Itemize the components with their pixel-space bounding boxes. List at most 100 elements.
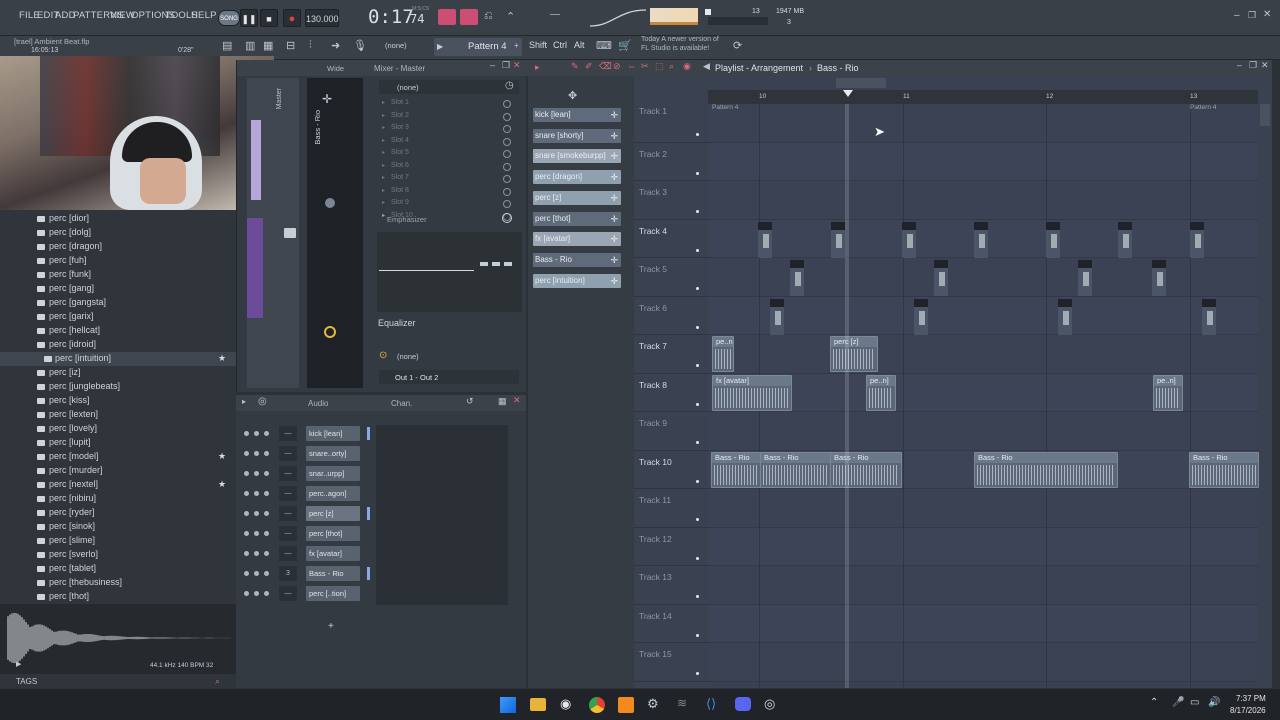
- tray-network-icon[interactable]: ▭: [1190, 697, 1199, 708]
- channel-volume-knob[interactable]: [264, 511, 269, 516]
- timeline-ruler[interactable]: [708, 90, 1258, 104]
- channel-row[interactable]: 3 Bass - Rio: [236, 565, 386, 583]
- send-route-icon[interactable]: ⊙: [379, 350, 387, 361]
- delete-tool-icon[interactable]: ⌫: [599, 61, 612, 72]
- clip-track6[interactable]: [914, 298, 928, 335]
- channel-name-button[interactable]: Bass - Rio: [306, 566, 360, 581]
- effect-slot[interactable]: ▸ Slot 4: [379, 136, 519, 148]
- track-lane[interactable]: [708, 181, 1258, 220]
- track-mute-led[interactable]: [696, 248, 699, 252]
- browser-item[interactable]: perc [lupit]: [0, 436, 236, 450]
- channel-pan-knob[interactable]: [254, 471, 259, 476]
- channel-pan-knob[interactable]: [254, 571, 259, 576]
- app-icon[interactable]: ≋: [677, 696, 687, 710]
- picker-pattern[interactable]: kick [lean] ✛: [533, 108, 621, 122]
- browser-item[interactable]: perc [thot]: [0, 590, 236, 604]
- browser-item[interactable]: perc [iz]: [0, 366, 236, 380]
- channel-pan-knob[interactable]: [254, 531, 259, 536]
- channel-route-number[interactable]: —: [279, 586, 297, 601]
- track-lane[interactable]: [708, 643, 1258, 682]
- piano-roll-icon[interactable]: ▥: [245, 39, 255, 52]
- clip-bass-rio[interactable]: Bass - Rio: [1189, 451, 1259, 488]
- metronome-toggle[interactable]: [438, 9, 456, 25]
- channel-name-button[interactable]: fx [avatar]: [306, 546, 360, 561]
- clip-track5[interactable]: [934, 260, 948, 296]
- slot-expand-icon[interactable]: ▸: [382, 162, 385, 169]
- browser-item[interactable]: perc [sinok]: [0, 520, 236, 534]
- browser-item[interactable]: perc [dior]: [0, 212, 236, 226]
- browser-item[interactable]: perc [kiss]: [0, 394, 236, 408]
- pattern-clip-label[interactable]: Pattern 4: [712, 104, 738, 111]
- picker-pattern[interactable]: fx [avatar] ✛: [533, 232, 621, 247]
- channel-select-indicator[interactable]: [367, 527, 370, 540]
- browser-item[interactable]: perc [funk]: [0, 268, 236, 282]
- track-lane[interactable]: [708, 489, 1258, 528]
- track-header[interactable]: Track 7: [634, 335, 708, 374]
- browser-item[interactable]: perc [tablet]: [0, 562, 236, 576]
- stop-button[interactable]: ■: [260, 9, 278, 27]
- clip-track6[interactable]: [1058, 298, 1072, 335]
- channel-name-button[interactable]: perc..agon]: [306, 486, 360, 501]
- picker-move-handle-icon[interactable]: ✛: [610, 274, 618, 288]
- track-header[interactable]: Track 13: [634, 566, 708, 605]
- channel-mute-led[interactable]: [244, 571, 249, 576]
- clip-track4[interactable]: [1046, 221, 1060, 258]
- cart-icon[interactable]: 🛒: [618, 39, 632, 52]
- channel-row[interactable]: — snare..orty]: [236, 445, 386, 463]
- track-header[interactable]: Track 5: [634, 258, 708, 297]
- news-line-2[interactable]: FL Studio is available!: [641, 45, 709, 52]
- favorite-star-icon[interactable]: ★: [218, 353, 226, 364]
- playlist-maximize-icon[interactable]: ❐: [1249, 60, 1257, 71]
- playlist-icon[interactable]: ▤: [222, 39, 232, 52]
- track-header[interactable]: Track 11: [634, 489, 708, 528]
- picker-pattern[interactable]: perc [dragon] ✛: [533, 170, 621, 185]
- effect-slot[interactable]: ▸ Slot 9: [379, 198, 519, 210]
- plugin-picker-icon[interactable]: ⫶: [309, 39, 312, 52]
- track-mute-led[interactable]: [696, 325, 699, 329]
- pattern-play-icon[interactable]: ▶: [437, 42, 443, 51]
- channel-mute-led[interactable]: [244, 511, 249, 516]
- channel-route-number[interactable]: —: [279, 546, 297, 561]
- tags-search-icon[interactable]: ⌕: [215, 676, 220, 687]
- shift-key-indicator[interactable]: Shift: [529, 40, 547, 50]
- slot-expand-icon[interactable]: ▸: [382, 99, 385, 106]
- browser-item[interactable]: perc [lexten]: [0, 408, 236, 422]
- track-mute-led[interactable]: [696, 210, 699, 213]
- track-mute-led[interactable]: [696, 171, 699, 175]
- track-lane[interactable]: [708, 296, 1258, 335]
- slot-enable-toggle[interactable]: [503, 200, 511, 208]
- slot-expand-icon[interactable]: ▸: [382, 112, 385, 119]
- slot-expand-icon[interactable]: ▸: [382, 187, 385, 194]
- channel-route-number[interactable]: —: [279, 526, 297, 541]
- track-lane[interactable]: [708, 566, 1258, 605]
- slot-enable-toggle[interactable]: [503, 150, 511, 158]
- browser-item[interactable]: perc [thebusiness]: [0, 576, 236, 590]
- slot-expand-icon[interactable]: ▸: [382, 149, 385, 156]
- eq-band-1[interactable]: [480, 262, 488, 266]
- browser-item[interactable]: perc [intuition] ★: [0, 352, 236, 366]
- microphone-icon[interactable]: 🎙: [353, 39, 367, 52]
- channel-name-button[interactable]: perc [thot]: [306, 526, 360, 541]
- browser-item[interactable]: perc [junglebeats]: [0, 380, 236, 394]
- channel-name-button[interactable]: perc [z]: [306, 506, 360, 521]
- channel-mute-led[interactable]: [244, 431, 249, 436]
- channel-select-indicator[interactable]: [367, 547, 370, 560]
- track-header[interactable]: Track 12: [634, 527, 708, 566]
- channel-mute-led[interactable]: [244, 451, 249, 456]
- channel-select-indicator[interactable]: [367, 507, 370, 520]
- slot-enable-toggle[interactable]: [503, 175, 511, 183]
- clip-perc-z[interactable]: perc [z]: [830, 336, 878, 372]
- playlist-close-icon[interactable]: ✕: [1261, 60, 1269, 71]
- browser-item[interactable]: perc [idroid]: [0, 338, 236, 352]
- favorite-star-icon[interactable]: ★: [218, 451, 226, 462]
- clip-track5[interactable]: [1152, 260, 1166, 296]
- draw-tool-icon[interactable]: ✎: [571, 61, 579, 72]
- update-icon[interactable]: ⟳: [733, 39, 742, 52]
- effect-slot[interactable]: ▸ Slot 3: [379, 123, 519, 135]
- effect-emphasizer[interactable]: Emphasizer: [387, 215, 427, 224]
- channel-name-button[interactable]: snare..orty]: [306, 446, 360, 461]
- alt-key-indicator[interactable]: Alt: [574, 40, 585, 50]
- mixer-maximize-icon[interactable]: ❐: [502, 60, 510, 71]
- channel-volume-knob[interactable]: [264, 571, 269, 576]
- slot-clock-icon[interactable]: ◷: [505, 80, 514, 91]
